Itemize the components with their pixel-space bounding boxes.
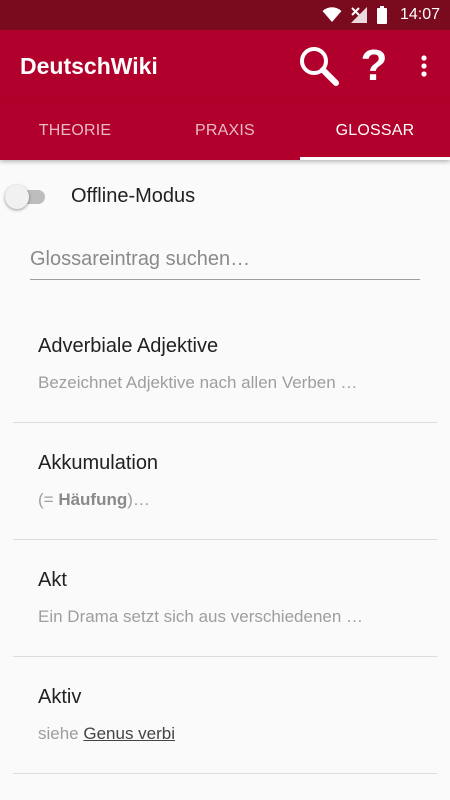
entry-title: Akt <box>38 569 67 591</box>
tab-theorie[interactable]: THEORIE <box>0 102 150 160</box>
entry-title: Adverbiale Adjektive <box>38 335 219 357</box>
desc-bold: Häufung <box>58 490 128 509</box>
wifi-icon <box>322 7 342 23</box>
desc-suffix: )… <box>127 490 150 509</box>
tab-bar: THEORIE PRAXIS GLOSSAR <box>0 102 450 160</box>
more-options-button[interactable] <box>410 41 438 91</box>
offline-mode-row: Offline-Modus <box>0 168 450 224</box>
app-title: DeutschWiki <box>20 52 158 79</box>
list-item[interactable]: Akkumulation (= Häufung)… <box>13 423 437 540</box>
search-button[interactable] <box>294 41 344 91</box>
no-signal-icon <box>350 6 368 24</box>
status-bar: 14:07 <box>0 0 450 30</box>
tab-glossar[interactable]: GLOSSAR <box>300 102 450 160</box>
list-item[interactable]: Akt Ein Drama setzt sich aus verschieden… <box>13 540 437 657</box>
switch-thumb <box>5 185 29 209</box>
status-time: 14:07 <box>399 6 440 23</box>
desc-prefix: (= <box>38 490 59 509</box>
help-icon: ? <box>360 41 388 90</box>
entry-title: Akkumulation <box>38 452 159 474</box>
list-item[interactable]: Adverbiale Adjektive Bezeichnet Adjektiv… <box>13 306 437 423</box>
entry-description: Ein Drama setzt sich aus verschiedenen … <box>38 607 364 626</box>
glossary-search-input[interactable] <box>30 240 420 279</box>
search-icon <box>300 47 339 86</box>
genus-verbi-link[interactable]: Genus verbi <box>83 724 175 743</box>
glossary-list: Adverbiale Adjektive Bezeichnet Adjektiv… <box>0 306 450 774</box>
tab-praxis[interactable]: PRAXIS <box>150 102 300 160</box>
entry-title: Aktiv <box>38 686 82 708</box>
app-bar: DeutschWiki ? <box>0 30 450 102</box>
offline-mode-switch[interactable] <box>5 181 45 211</box>
entry-description: siehe Genus verbi <box>38 724 413 744</box>
list-item[interactable]: Aktiv siehe Genus verbi <box>13 657 437 774</box>
glossary-search-field <box>30 240 420 280</box>
desc-prefix: siehe <box>38 724 84 743</box>
more-vert-icon <box>421 55 427 77</box>
help-button[interactable]: ? <box>354 41 394 91</box>
entry-description: (= Häufung)… <box>38 490 413 510</box>
entry-description: Bezeichnet Adjektive nach allen Verben … <box>38 373 358 392</box>
offline-mode-label: Offline-Modus <box>71 184 196 207</box>
battery-icon <box>376 6 388 24</box>
